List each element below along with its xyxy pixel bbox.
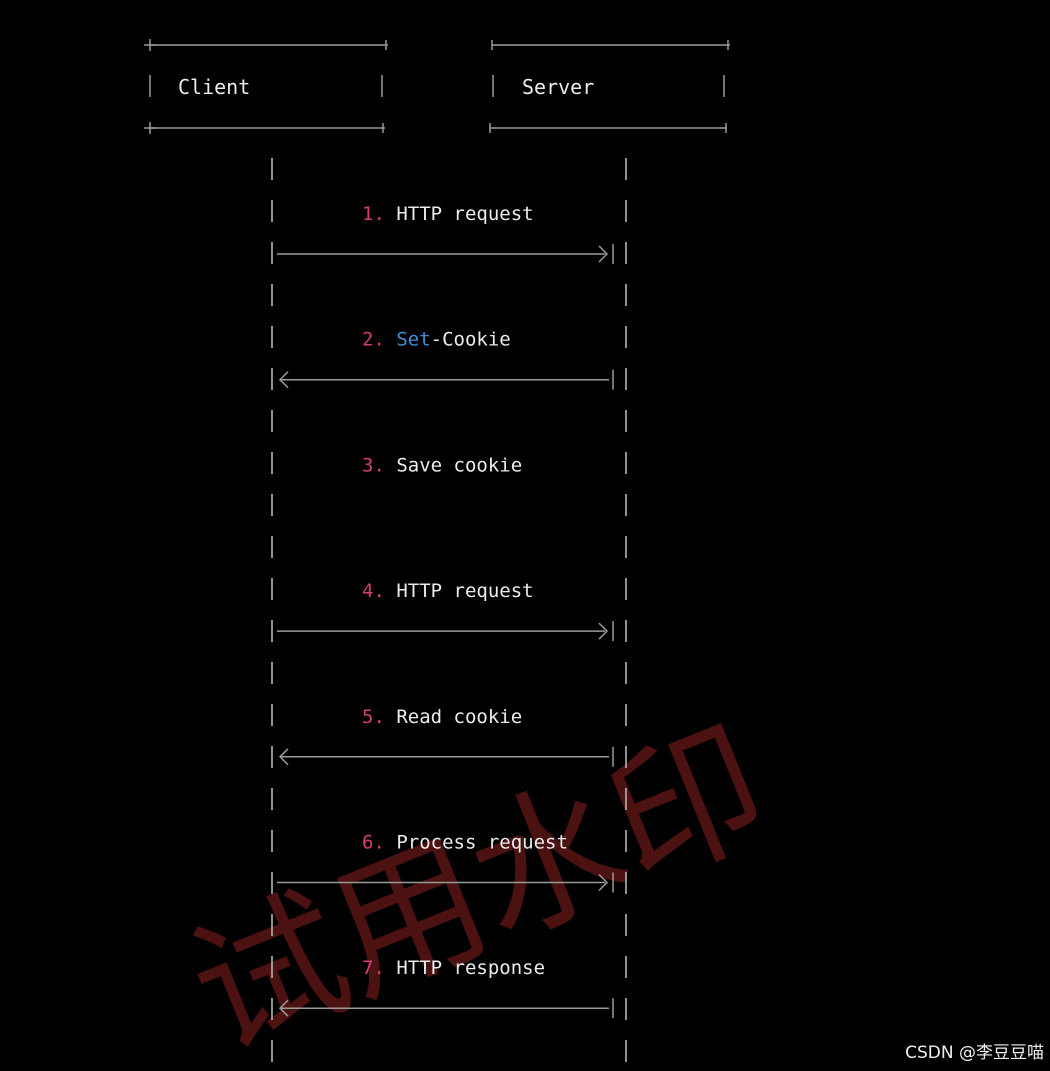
server-label: Server [522,75,594,99]
attribution-label: CSDN @李豆豆喵 [905,1043,1044,1063]
step-5: 5. Read cookie [278,706,614,767]
step-keyword: Set [396,329,430,351]
step-number: 4. [362,580,385,602]
step-text: Save cookie [396,454,522,476]
watermark-text: 试用水印 [168,697,790,1071]
step-number: 7. [362,957,385,979]
sequence-diagram: 试用水印 Client Server 1. HTTP request 2. Set… [144,39,790,1071]
step-number: 2. [362,329,385,351]
step-label: 2. Set-Cookie [362,329,511,351]
step-text: Process request [396,832,568,854]
step-text: HTTP response [396,957,545,979]
step-2: 2. Set-Cookie [278,329,614,390]
step-label: 5. Read cookie [362,706,522,728]
step-number: 3. [362,454,385,476]
step-number: 1. [362,203,385,225]
step-label: 1. HTTP request [362,203,534,225]
step-label: 3. Save cookie [362,454,522,476]
step-label: 4. HTTP request [362,580,534,602]
step-number: 6. [362,832,385,854]
step-1: 1. HTTP request [277,203,614,264]
step-label: 6. Process request [362,832,568,854]
step-text: Read cookie [396,706,522,728]
step-text: -Cookie [431,329,511,351]
step-3: 3. Save cookie [362,454,522,476]
step-text: HTTP request [396,203,533,225]
step-number: 5. [362,706,385,728]
watermark: 试用水印 [168,697,790,1071]
step-text: HTTP request [396,580,533,602]
step-label: 7. HTTP response [362,957,545,979]
client-label: Client [178,75,250,99]
step-4: 4. HTTP request [277,580,614,642]
